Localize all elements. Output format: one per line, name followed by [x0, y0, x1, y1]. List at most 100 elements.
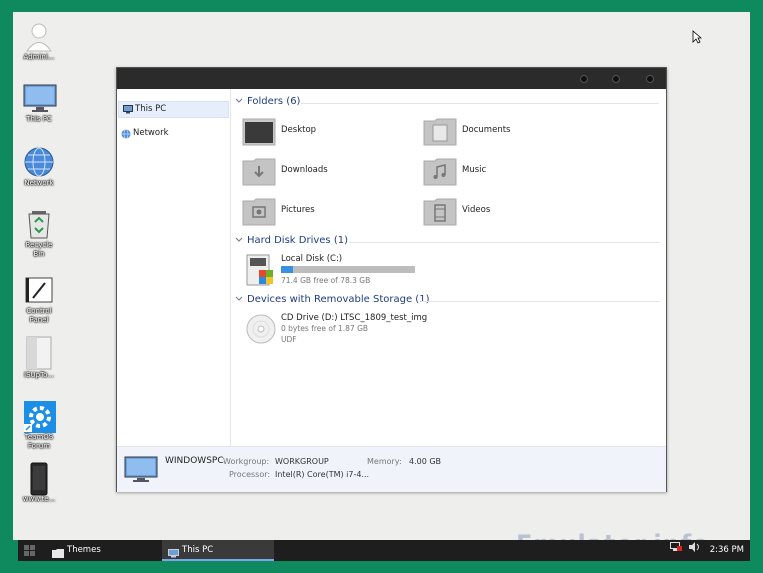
music-folder-icon: [423, 157, 457, 187]
group-header-folders[interactable]: Folders (6): [233, 96, 663, 110]
globe-icon: [23, 146, 55, 178]
drive-free-space: 0 bytes free of 1.87 GB: [281, 324, 369, 333]
folder-label: Videos: [462, 205, 491, 215]
network-status-icon[interactable]: [670, 540, 683, 561]
phone-icon: [23, 462, 55, 496]
taskbar-item-this-pc[interactable]: This PC: [162, 540, 274, 561]
downloads-folder-icon: [242, 157, 276, 187]
group-title: Folders (6): [247, 96, 301, 107]
workgroup-value: WORKGROUP: [275, 457, 329, 466]
minimize-button[interactable]: [580, 75, 588, 83]
desktop-icon-www[interactable]: www.te...: [19, 462, 59, 504]
folder-videos[interactable]: Videos: [414, 197, 584, 227]
monitor-icon: [168, 546, 179, 567]
mouse-cursor-icon: [692, 30, 703, 47]
drive-usage-fill: [281, 266, 293, 273]
maximize-button[interactable]: [612, 75, 620, 83]
desktop-icon-label: Control Panel: [26, 307, 52, 324]
cd-drive-icon: [245, 313, 277, 348]
pictures-folder-icon: [242, 197, 276, 227]
navigation-pane: This PC Network: [117, 89, 231, 446]
user-icon: [23, 20, 55, 52]
taskbar-item-label: This PC: [182, 545, 214, 555]
folder-downloads[interactable]: Downloads: [233, 157, 403, 187]
group-title: Hard Disk Drives (1): [247, 235, 348, 246]
desktop: Admini... This PC Network Recycle Bin Co…: [13, 12, 750, 540]
desktop-folder-icon: [242, 117, 276, 147]
memory-value: 4.00 GB: [409, 457, 442, 466]
drive-local-disk-c[interactable]: Local Disk (C:) 71.4 GB free of 78.3 GB: [233, 254, 553, 294]
explorer-window: This PC Network Folders (6) Desktop Docu…: [116, 67, 667, 492]
workgroup-label: Workgroup:: [223, 457, 270, 466]
group-header-hard-disk-drives[interactable]: Hard Disk Drives (1): [233, 235, 663, 249]
group-divider: [349, 242, 659, 243]
monitor-icon: [123, 105, 133, 120]
group-title: Devices with Removable Storage (1): [247, 294, 430, 305]
chevron-down-icon: [235, 97, 243, 108]
volume-icon[interactable]: [689, 540, 701, 561]
desktop-icon-label: www.te...: [22, 495, 56, 503]
drive-name: CD Drive (D:) LTSC_1809_test_img: [281, 313, 428, 323]
control-panel-icon: [23, 274, 55, 306]
recycle-bin-icon: [23, 208, 55, 240]
drive-cd-d[interactable]: CD Drive (D:) LTSC_1809_test_img 0 bytes…: [233, 313, 553, 353]
folder-pictures[interactable]: Pictures: [233, 197, 403, 227]
folder-label: Pictures: [281, 205, 315, 215]
videos-folder-icon: [423, 197, 457, 227]
drive-filesystem: UDF: [281, 335, 297, 344]
details-pane: WINDOWSPC Workgroup: WORKGROUP Memory: 4…: [117, 446, 666, 492]
desktop-icon-admin[interactable]: Admini...: [19, 20, 59, 62]
folder-desktop[interactable]: Desktop: [233, 117, 403, 147]
desktop-icon-label: TeamOS Forum: [24, 433, 54, 450]
desktop-icon-label: This PC: [26, 115, 52, 123]
gear-icon: [23, 400, 56, 433]
desktop-icon-label: ISUpTo...: [24, 371, 54, 379]
nav-item-network[interactable]: Network: [117, 126, 230, 141]
processor-value: Intel(R) Core(TM) i7-4...: [275, 470, 370, 479]
chevron-down-icon: [235, 236, 243, 247]
drive-usage-bar: [281, 266, 415, 273]
folder-label: Documents: [462, 125, 511, 135]
desktop-icon-network[interactable]: Network: [19, 146, 59, 188]
group-divider: [421, 301, 659, 302]
folder-label: Desktop: [281, 125, 317, 135]
computer-name: WINDOWSPC: [165, 456, 224, 466]
desktop-icon-teamos-forum[interactable]: TeamOS Forum: [19, 400, 59, 451]
taskbar-item-label: Themes: [67, 545, 101, 555]
folder-music[interactable]: Music: [414, 157, 584, 187]
drive-name: Local Disk (C:): [281, 254, 343, 264]
nav-item-this-pc[interactable]: This PC: [118, 101, 229, 118]
start-button[interactable]: [24, 545, 35, 559]
content-pane: Folders (6) Desktop Documents Downloads …: [233, 89, 663, 446]
system-tray: 2:36 PM: [670, 540, 744, 561]
folder-icon: [52, 546, 64, 567]
desktop-icon-label: Admini...: [23, 53, 55, 61]
folder-label: Downloads: [281, 165, 328, 175]
folder-documents[interactable]: Documents: [414, 117, 584, 147]
taskbar: Themes This PC 2:36 PM: [18, 540, 750, 561]
folder-label: Music: [462, 165, 487, 175]
nav-item-label: This PC: [135, 104, 167, 114]
computer-icon: [124, 456, 158, 487]
nav-item-label: Network: [133, 128, 169, 138]
group-divider: [301, 103, 659, 104]
file-icon: [23, 336, 55, 370]
desktop-icon-isupto[interactable]: ISUpTo...: [19, 336, 59, 380]
desktop-icon-recycle-bin[interactable]: Recycle Bin: [19, 208, 59, 259]
desktop-icon-label: Recycle Bin: [25, 241, 53, 258]
desktop-icon-control-panel[interactable]: Control Panel: [19, 274, 59, 325]
close-button[interactable]: [646, 75, 654, 83]
clock[interactable]: 2:36 PM: [710, 540, 744, 561]
hard-drive-icon: [245, 254, 275, 289]
desktop-icon-label: Network: [24, 179, 54, 187]
documents-folder-icon: [423, 117, 457, 147]
processor-label: Processor:: [229, 470, 271, 479]
monitor-icon: [23, 82, 57, 114]
network-icon: [121, 129, 131, 145]
taskbar-item-themes[interactable]: Themes: [50, 540, 158, 561]
title-bar[interactable]: [117, 68, 666, 89]
group-header-removable-storage[interactable]: Devices with Removable Storage (1): [233, 294, 663, 308]
drive-free-space: 71.4 GB free of 78.3 GB: [281, 276, 371, 285]
memory-label: Memory:: [367, 457, 402, 466]
desktop-icon-this-pc[interactable]: This PC: [19, 82, 59, 124]
